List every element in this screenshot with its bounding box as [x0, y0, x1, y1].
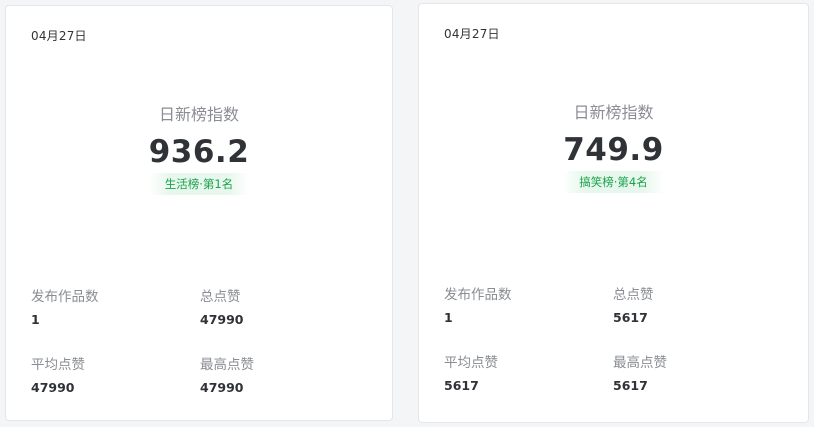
stat-value: 5617	[613, 310, 648, 325]
stat-average-likes: 平均点赞 47990	[31, 356, 201, 397]
stat-total-likes: 总点赞 47990	[200, 288, 370, 329]
stat-works-count: 发布作品数 1	[31, 288, 201, 329]
rank-badge: 生活榜·第1名	[148, 173, 250, 195]
stat-value: 5617	[444, 378, 479, 393]
daily-index-card: 04月27日 日新榜指数 749.9 搞笑榜·第4名 发布作品数 1 总点赞 5…	[418, 3, 809, 423]
index-label: 日新榜指数	[158, 105, 239, 124]
stat-label: 总点赞	[613, 287, 654, 303]
stat-max-likes: 最高点赞 5617	[613, 354, 783, 395]
stat-label: 发布作品数	[31, 289, 99, 305]
stat-total-likes: 总点赞 5617	[613, 286, 783, 327]
index-label: 日新榜指数	[573, 103, 654, 122]
index-value: 936.2	[148, 134, 250, 170]
stat-label: 平均点赞	[31, 357, 85, 373]
stat-average-likes: 平均点赞 5617	[444, 354, 614, 395]
stat-value: 47990	[200, 380, 244, 395]
rank-badge: 搞笑榜·第4名	[563, 171, 664, 193]
stat-value: 1	[444, 310, 453, 325]
index-block: 日新榜指数 936.2 生活榜·第1名	[6, 104, 392, 195]
card-date: 04月27日	[31, 29, 87, 43]
stat-value: 47990	[200, 312, 244, 327]
stat-label: 发布作品数	[444, 287, 512, 303]
stat-value: 1	[31, 312, 40, 327]
stat-label: 最高点赞	[200, 357, 254, 373]
stat-works-count: 发布作品数 1	[444, 286, 614, 327]
card-date: 04月27日	[444, 27, 500, 41]
stat-max-likes: 最高点赞 47990	[200, 356, 370, 397]
stat-value: 5617	[613, 378, 648, 393]
stat-label: 最高点赞	[613, 355, 667, 371]
stat-label: 总点赞	[200, 289, 241, 305]
daily-index-card: 04月27日 日新榜指数 936.2 生活榜·第1名 发布作品数 1 总点赞 4…	[5, 5, 393, 421]
index-value: 749.9	[563, 132, 664, 168]
stat-label: 平均点赞	[444, 355, 498, 371]
stat-value: 47990	[31, 380, 75, 395]
index-block: 日新榜指数 749.9 搞笑榜·第4名	[419, 102, 808, 193]
